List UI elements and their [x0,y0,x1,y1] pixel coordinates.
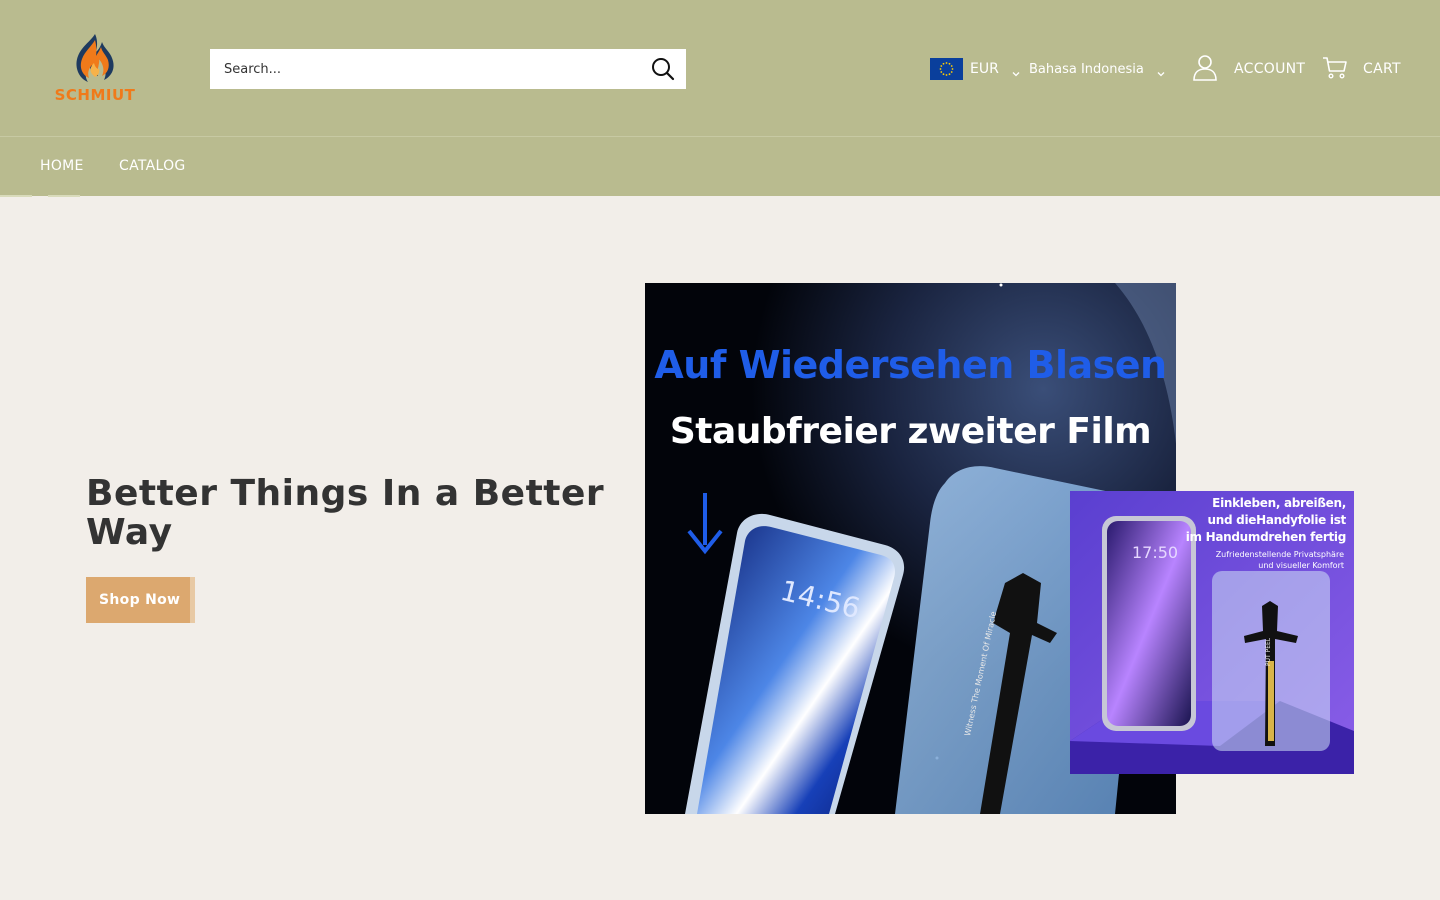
image-subheadline: Staubfreier zweiter Film [669,411,1152,452]
cart-label: CART [1363,61,1401,77]
language-label: Bahasa Indonesia [1029,61,1144,77]
account-link[interactable]: ACCOUNT [1190,53,1305,85]
shop-now-button[interactable]: Shop Now [86,577,194,623]
inset-line-1: Einkleben, abreißen, [1212,496,1346,510]
site-logo[interactable]: SCHMIUT [54,30,136,110]
button-edge [190,577,195,623]
inset-tool-text: PUT PEEL [1265,637,1272,666]
currency-label: EUR [970,61,999,77]
inset-phone-time: 17:50 [1132,543,1179,562]
inset-line-2: und dieHandyfolie ist [1207,513,1347,527]
inset-product-image: Einkleben, abreißen, und dieHandyfolie i… [1070,491,1354,774]
nav-indicator [0,195,32,197]
search-icon[interactable] [650,56,676,82]
search-input[interactable] [210,49,630,89]
main-nav [0,137,1440,196]
logo-text: SCHMIUT [54,86,136,104]
user-icon [1190,52,1220,86]
inset-small-1: Zufriedenstellende Privatsphäre [1215,550,1344,559]
language-selector[interactable]: Bahasa Indonesia [1011,57,1166,81]
eu-flag-icon [930,58,963,80]
nav-catalog[interactable]: CATALOG [119,158,186,174]
currency-selector[interactable]: EUR [930,57,999,81]
image-headline: Auf Wiedersehen Blasen [654,343,1167,387]
flame-icon [76,34,114,82]
hero-title: Better Things In a Better Way [86,473,605,553]
cart-link[interactable]: CART [1321,53,1401,85]
search-bar [210,49,686,89]
cart-icon [1321,53,1349,85]
inset-line-3: im Handumdrehen fertig [1185,530,1347,544]
inset-small-2: und visueller Komfort [1258,561,1344,570]
chevron-down-icon [1011,64,1021,83]
chevron-down-icon [1156,64,1166,77]
nav-home[interactable]: HOME [40,158,84,174]
nav-indicator [48,195,80,197]
account-label: ACCOUNT [1234,61,1306,77]
